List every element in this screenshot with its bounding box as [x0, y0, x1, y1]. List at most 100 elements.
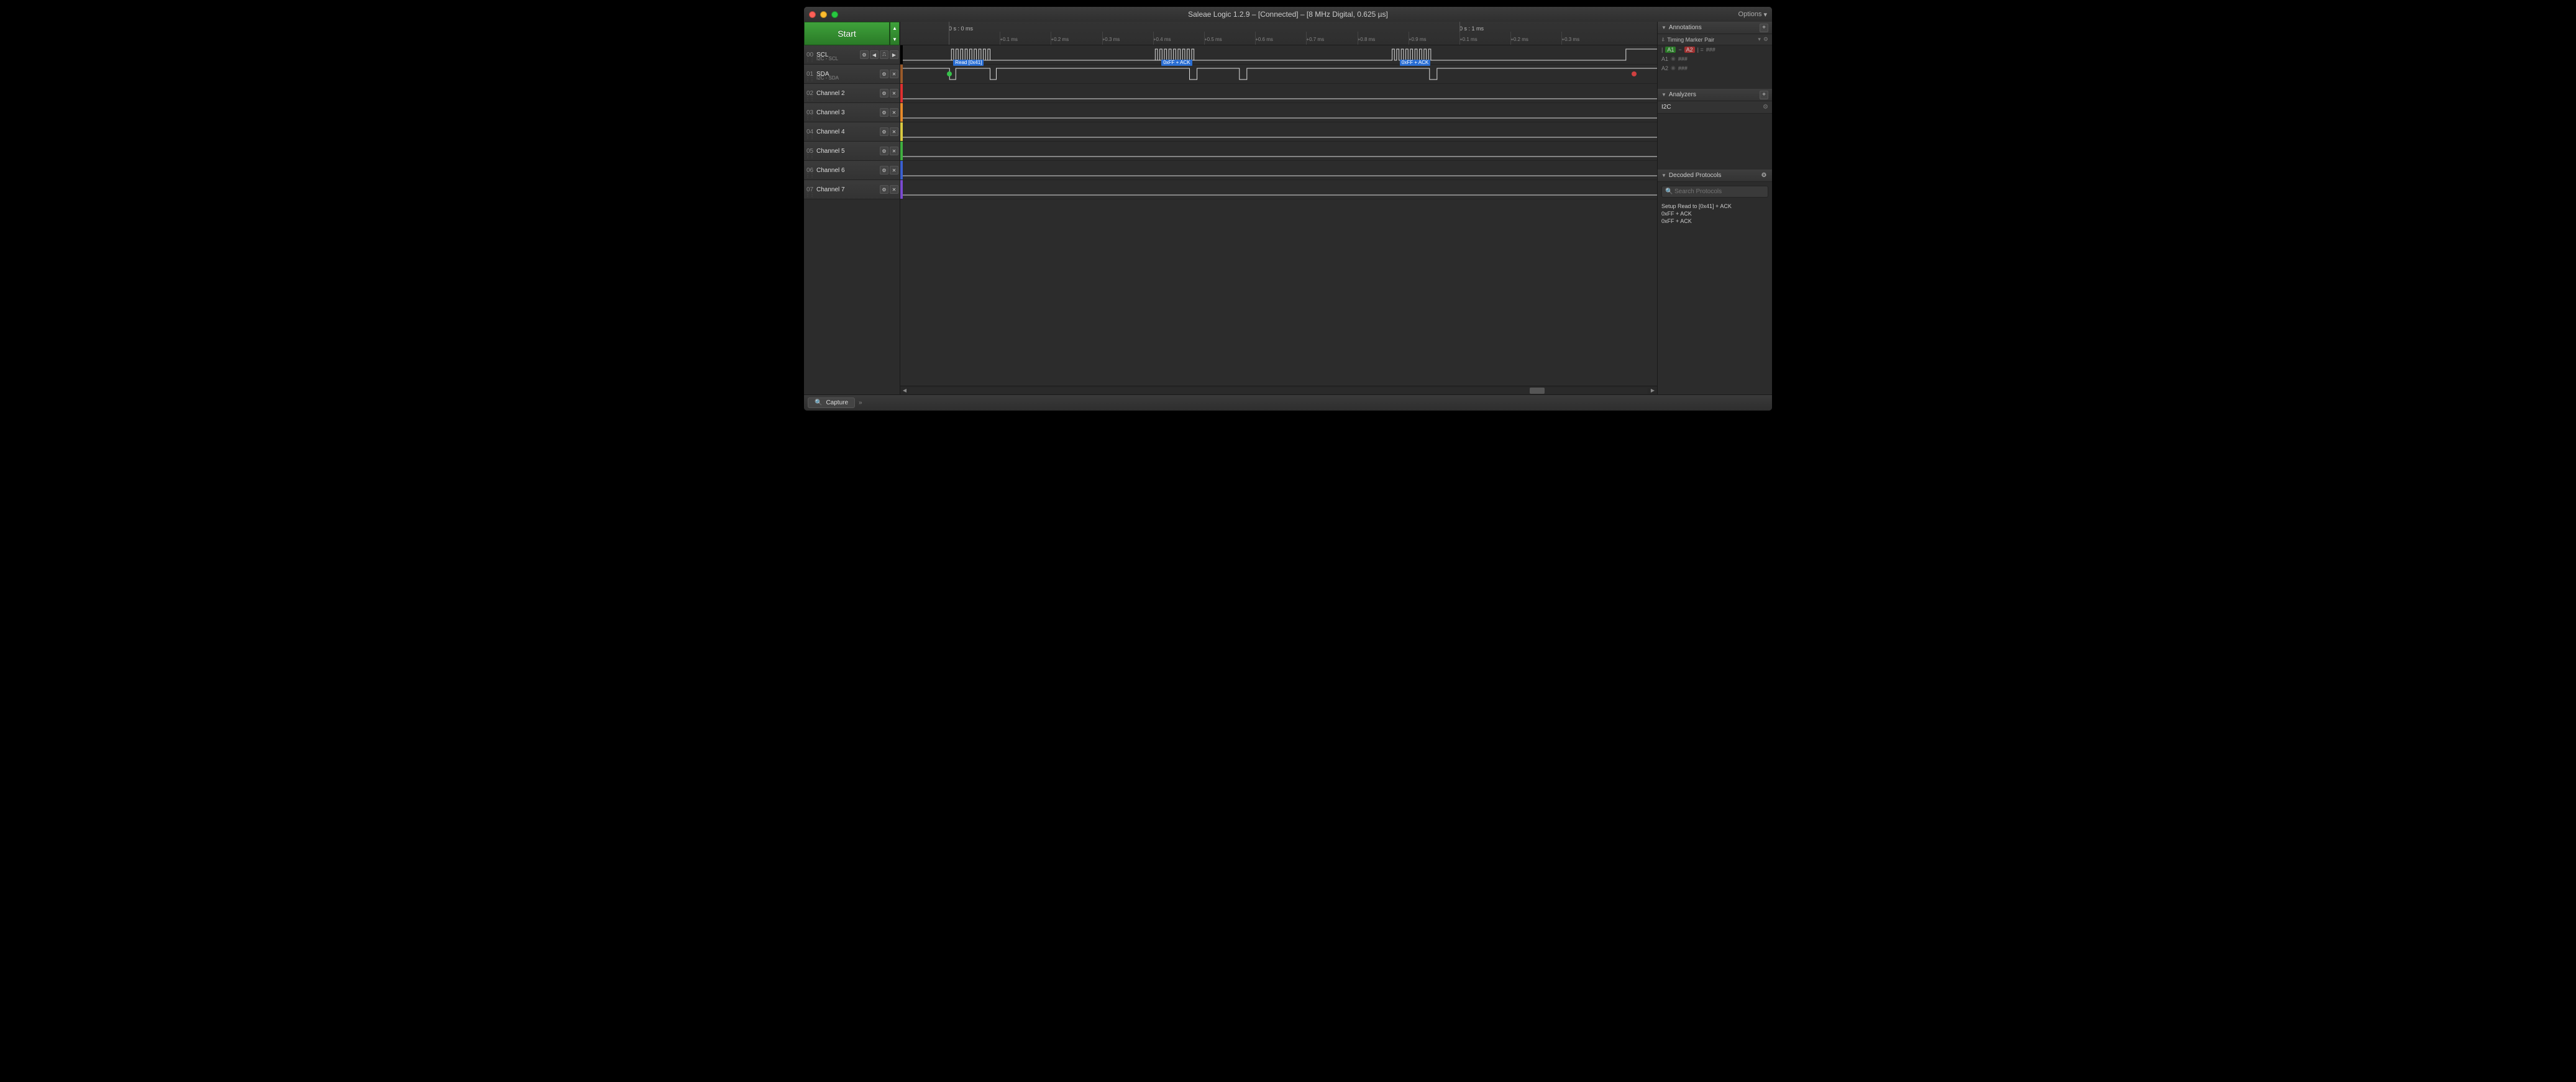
channel-subtitle: I2C - SDA: [816, 75, 839, 81]
marker-a1[interactable]: [947, 71, 952, 76]
zoom-icon[interactable]: [831, 11, 838, 18]
decoded-row[interactable]: 0xFF + ACK: [1658, 217, 1772, 225]
tab-capture[interactable]: 🔍 Capture: [808, 398, 855, 408]
add-analyzer-button[interactable]: +: [1760, 91, 1768, 99]
close-icon[interactable]: ✕: [890, 147, 898, 155]
start-button[interactable]: Start: [804, 22, 890, 45]
channel-row: 00SCLI2C - SCL⋮⋮⚙◀⎍▶: [804, 45, 900, 65]
ruler-subtick: +0.3 ms: [1102, 37, 1120, 42]
decode-label[interactable]: 0xFF + ACK: [1161, 60, 1192, 66]
drag-grip-icon[interactable]: ⋮⋮: [805, 57, 814, 63]
gear-icon[interactable]: ⚙: [880, 108, 888, 117]
scrollbar-track[interactable]: [910, 388, 1648, 394]
close-icon[interactable]: ✕: [890, 166, 898, 175]
gear-icon[interactable]: ⚙: [880, 185, 888, 194]
channel-name: Channel 4: [816, 129, 845, 135]
gear-icon[interactable]: ⚙: [880, 147, 888, 155]
marker-icon: ⍋: [1661, 36, 1665, 43]
drag-grip-icon[interactable]: ⋮⋮: [805, 115, 814, 120]
close-icon[interactable]: ✕: [890, 127, 898, 136]
waveform-track[interactable]: [900, 103, 1657, 122]
traffic-lights: [809, 11, 838, 18]
gear-icon[interactable]: ⚙: [1763, 36, 1768, 43]
ruler-subtick: +0.7 ms: [1306, 37, 1324, 42]
window-title: Saleae Logic 1.2.9 – [Connected] – [8 MH…: [804, 10, 1772, 19]
chevron-down-icon[interactable]: ▾: [1758, 36, 1761, 43]
close-icon[interactable]: ✕: [890, 89, 898, 98]
gear-icon[interactable]: ⚙: [880, 166, 888, 175]
start-up-icon[interactable]: ▲: [890, 22, 899, 34]
ruler-subtick: +0.5 ms: [1204, 37, 1222, 42]
bottom-tab-bar: 🔍 Capture »: [804, 394, 1772, 411]
channel-name: Channel 2: [816, 90, 845, 97]
drag-grip-icon[interactable]: ⋮⋮: [805, 134, 814, 140]
gear-icon[interactable]: ⚙: [880, 127, 888, 136]
drag-grip-icon[interactable]: ⋮⋮: [805, 153, 814, 159]
ruler-origin-label: 0 s : 0 ms: [949, 25, 973, 32]
channel-row: 07Channel 7⋮⋮⚙✕: [804, 180, 900, 199]
channel-name: Channel 5: [816, 148, 845, 155]
edge-type-icon[interactable]: ⎍: [880, 50, 888, 59]
close-icon[interactable]: [809, 11, 816, 18]
ruler-subtick: +0.9 ms: [1409, 37, 1427, 42]
drag-grip-icon[interactable]: ⋮⋮: [805, 173, 814, 178]
close-icon[interactable]: ✕: [890, 108, 898, 117]
start-down-icon[interactable]: ▼: [890, 34, 899, 45]
waveform-track[interactable]: [900, 45, 1657, 65]
drag-grip-icon[interactable]: ⋮⋮: [805, 76, 814, 82]
channel-row: 06Channel 6⋮⋮⚙✕: [804, 161, 900, 180]
options-menu[interactable]: Options ▾: [1738, 11, 1767, 19]
chevron-down-icon: ▼: [1661, 92, 1666, 98]
chevron-down-icon: ▼: [1661, 173, 1666, 178]
waveform-track[interactable]: [900, 180, 1657, 199]
time-ruler[interactable]: 0 s : 0 ms 0 s : 1 ms +0.1 ms+0.2 ms+0.3…: [900, 22, 1657, 45]
next-edge-icon[interactable]: ▶: [890, 50, 898, 59]
channel-sidebar: Start ▲ ▼ 00SCLI2C - SCL⋮⋮⚙◀⎍▶01SDAI2C -…: [804, 22, 900, 394]
decode-label[interactable]: 0xFF + ACK: [1400, 60, 1430, 66]
start-arrows: ▲ ▼: [890, 22, 900, 45]
scrollbar-thumb[interactable]: [1530, 388, 1545, 394]
analyzer-item[interactable]: I2C ⚙: [1658, 101, 1772, 114]
channel-row: 03Channel 3⋮⋮⚙✕: [804, 103, 900, 122]
right-panel: ▼ Annotations + ⍋ Timing Marker Pair ▾ ⚙…: [1657, 22, 1772, 394]
ruler-subtick: +0.6 ms: [1255, 37, 1273, 42]
decode-label[interactable]: Read [0x41]: [953, 60, 984, 66]
gear-icon[interactable]: ⚙: [1763, 104, 1768, 111]
marker-a1-row: A1 ◉ ###: [1658, 54, 1772, 63]
waveform-track[interactable]: [900, 84, 1657, 103]
drag-grip-icon[interactable]: ⋮⋮: [805, 96, 814, 101]
waveform-track[interactable]: [900, 65, 1657, 84]
waveform-track[interactable]: [900, 161, 1657, 180]
analyzers-header[interactable]: ▼ Analyzers +: [1658, 89, 1772, 101]
decoded-row[interactable]: 0xFF + ACK: [1658, 210, 1772, 217]
waveform-track[interactable]: [900, 142, 1657, 161]
channel-name: Channel 3: [816, 109, 845, 116]
marker-a2[interactable]: [1632, 71, 1637, 76]
close-icon[interactable]: ✕: [890, 185, 898, 194]
search-protocols-input[interactable]: [1661, 186, 1768, 198]
expand-tabs-icon[interactable]: »: [859, 399, 862, 406]
ruler-second-label: 0 s : 1 ms: [1459, 25, 1484, 32]
decoded-row[interactable]: Setup Read to [0x41] + ACK: [1658, 202, 1772, 210]
gear-icon[interactable]: ⚙: [880, 89, 888, 98]
annotations-header[interactable]: ▼ Annotations +: [1658, 22, 1772, 34]
scroll-right-icon[interactable]: ▶: [1648, 386, 1657, 395]
gear-icon[interactable]: ⚙: [880, 70, 888, 78]
prev-edge-icon[interactable]: ◀: [870, 50, 879, 59]
tracks-container: Read [0x41] 0xFF + ACK 0xFF + ACK: [900, 45, 1657, 199]
drag-grip-icon[interactable]: ⋮⋮: [805, 192, 814, 198]
add-annotation-button[interactable]: +: [1760, 24, 1768, 32]
scroll-left-icon[interactable]: ◀: [900, 386, 909, 395]
minimize-icon[interactable]: [820, 11, 827, 18]
magnifier-icon: 🔍: [815, 399, 822, 406]
gear-icon[interactable]: ⚙: [1760, 171, 1768, 180]
channel-row: 05Channel 5⋮⋮⚙✕: [804, 142, 900, 161]
gear-icon[interactable]: ⚙: [860, 50, 869, 59]
waveform-track[interactable]: [900, 122, 1657, 142]
search-icon: 🔍: [1665, 188, 1673, 195]
ruler-subtick: +0.2 ms: [1510, 37, 1528, 42]
timing-marker-pair-row[interactable]: ⍋ Timing Marker Pair ▾ ⚙: [1658, 34, 1772, 45]
close-icon[interactable]: ✕: [890, 70, 898, 78]
marker-diff-row: |A1−A2| =###: [1658, 45, 1772, 54]
decoded-header[interactable]: ▼ Decoded Protocols ⚙: [1658, 170, 1772, 182]
